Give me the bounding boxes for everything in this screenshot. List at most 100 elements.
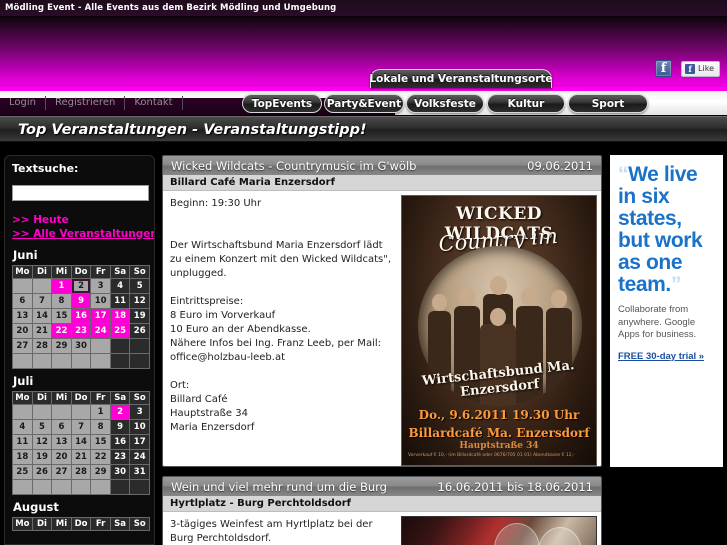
calendar-day-cell[interactable]: 24 bbox=[91, 323, 110, 338]
event-date: 09.06.2011 bbox=[527, 158, 593, 173]
calendar-day-cell[interactable]: 12 bbox=[130, 293, 149, 308]
calendar-day-cell[interactable]: 11 bbox=[110, 293, 130, 308]
calendar-day-cell[interactable]: 1 bbox=[91, 404, 110, 419]
calendar-day-cell[interactable]: 5 bbox=[130, 278, 149, 293]
calendar-day-cell[interactable]: 11 bbox=[13, 434, 32, 449]
calendar-day-cell[interactable]: 14 bbox=[32, 308, 52, 323]
calendar-day-cell[interactable]: 2 bbox=[110, 404, 130, 419]
social-buttons[interactable]: f f Like bbox=[655, 60, 720, 77]
calendar-day-cell[interactable]: 7 bbox=[71, 419, 91, 434]
calendar-weekday-header: Mo bbox=[13, 265, 32, 278]
calendar-day-cell[interactable]: 21 bbox=[32, 323, 52, 338]
calendar-day-cell[interactable]: 31 bbox=[130, 464, 149, 479]
calendar-day-cell[interactable]: 1 bbox=[52, 278, 71, 293]
event-image-wrap[interactable] bbox=[401, 512, 601, 545]
ad-quote-text: We live in six states, but work as one t… bbox=[618, 163, 703, 296]
facebook-like-button[interactable]: f Like bbox=[681, 60, 720, 77]
calendar-day-cell[interactable]: 26 bbox=[130, 323, 149, 338]
event-card[interactable]: Wein und viel mehr rund um die Burg 16.0… bbox=[162, 476, 602, 545]
search-input[interactable] bbox=[12, 184, 149, 201]
calendar-day-cell[interactable]: 28 bbox=[32, 338, 52, 353]
calendar-day-cell[interactable]: 16 bbox=[71, 308, 91, 323]
calendar-day-cell[interactable]: 13 bbox=[13, 308, 32, 323]
calendar-day-cell[interactable]: 7 bbox=[32, 293, 52, 308]
calendar-day-cell[interactable]: 10 bbox=[91, 293, 110, 308]
calendar-day-cell[interactable]: 8 bbox=[91, 419, 110, 434]
calendar-day-cell[interactable]: 6 bbox=[13, 293, 32, 308]
calendar-weekday-header: Di bbox=[32, 265, 52, 278]
facebook-like-label: Like bbox=[698, 63, 714, 73]
calendar-day-cell[interactable]: 2 bbox=[71, 278, 91, 293]
tab-topevents[interactable]: TopEvents bbox=[242, 94, 322, 113]
link-login[interactable]: Login bbox=[0, 96, 46, 110]
tab-sport[interactable]: Sport bbox=[568, 94, 648, 113]
tab-volksfeste[interactable]: Volksfeste bbox=[406, 94, 484, 113]
calendar-day-cell[interactable]: 23 bbox=[71, 323, 91, 338]
link-registrieren[interactable]: Registrieren bbox=[46, 96, 126, 110]
tab-lokale-veranstaltungsorte[interactable]: Lokale und Veranstaltungsorte bbox=[369, 69, 553, 88]
calendar-day-cell[interactable]: 6 bbox=[52, 419, 71, 434]
calendar-day-cell[interactable]: 28 bbox=[71, 464, 91, 479]
calendar-day-cell[interactable]: 3 bbox=[91, 278, 110, 293]
calendar-day-cell[interactable]: 30 bbox=[71, 338, 91, 353]
calendar-day-cell[interactable]: 21 bbox=[71, 449, 91, 464]
calendar-day-cell[interactable]: 4 bbox=[110, 278, 130, 293]
calendar-day-cell[interactable]: 9 bbox=[110, 419, 130, 434]
calendar-day-cell[interactable]: 10 bbox=[130, 419, 149, 434]
link-alle-veranstaltungen[interactable]: >> Alle Veranstaltungen bbox=[12, 227, 154, 241]
calendar-day-cell[interactable]: 27 bbox=[52, 464, 71, 479]
poster-date-time: Do., 9.6.2011 19.30 Uhr bbox=[418, 408, 580, 422]
calendar-weekday-header: Fr bbox=[91, 265, 110, 278]
calendar-day-cell[interactable]: 18 bbox=[110, 308, 130, 323]
calendar-day-cell[interactable]: 26 bbox=[32, 464, 52, 479]
calendar-day-cell[interactable]: 18 bbox=[13, 449, 32, 464]
calendar-day-cell[interactable]: 3 bbox=[130, 404, 149, 419]
calendar-list: Juni Mo Di Mi Do Fr Sa So 1 2 3 4 5 6 7 8 9 10 11 12 13 14 15… bbox=[5, 243, 154, 531]
calendar-empty-cell bbox=[32, 353, 52, 368]
ad-cta-link[interactable]: FREE 30-day trial » bbox=[618, 351, 704, 362]
facebook-f-icon: f bbox=[685, 63, 696, 74]
calendar-day-cell[interactable]: 29 bbox=[52, 338, 71, 353]
calendar-day-cell[interactable]: 20 bbox=[13, 323, 32, 338]
event-poster-image[interactable]: WICKED WILDCATS Country im G'wölb bbox=[401, 195, 597, 466]
calendar-day-cell[interactable]: 16 bbox=[110, 434, 130, 449]
calendar-day-cell[interactable]: 19 bbox=[32, 449, 52, 464]
tab-party-event[interactable]: Party&Event bbox=[324, 94, 404, 113]
calendar-day-cell[interactable]: 4 bbox=[13, 419, 32, 434]
calendar-day-cell[interactable]: 8 bbox=[52, 293, 71, 308]
calendar-day-cell[interactable]: 12 bbox=[32, 434, 52, 449]
event-card[interactable]: Wicked Wildcats - Countrymusic im G'wölb… bbox=[162, 155, 602, 467]
calendar-day-cell[interactable]: 17 bbox=[130, 434, 149, 449]
calendar-empty-cell bbox=[71, 479, 91, 494]
calendar-day-cell[interactable]: 17 bbox=[91, 308, 110, 323]
facebook-icon[interactable]: f bbox=[655, 60, 673, 77]
calendar-day-cell[interactable]: 14 bbox=[71, 434, 91, 449]
google-apps-ad[interactable]: “We live in six states, but work as one … bbox=[610, 155, 723, 467]
event-wine-image[interactable] bbox=[401, 516, 597, 545]
calendar-weekday-header: Sa bbox=[110, 265, 130, 278]
calendar-day-cell[interactable]: 5 bbox=[32, 419, 52, 434]
calendar-day-cell[interactable]: 27 bbox=[13, 338, 32, 353]
calendar-day-cell[interactable]: 9 bbox=[71, 293, 91, 308]
link-kontakt[interactable]: Kontakt bbox=[125, 96, 183, 110]
link-heute[interactable]: >> Heute bbox=[12, 213, 147, 227]
calendar-day-cell[interactable]: 13 bbox=[52, 434, 71, 449]
calendar-empty-cell bbox=[32, 278, 52, 293]
heading-shadow bbox=[0, 142, 727, 153]
calendar-day-cell[interactable]: 15 bbox=[91, 434, 110, 449]
calendar-day-cell[interactable]: 15 bbox=[52, 308, 71, 323]
calendar-day-cell[interactable]: 30 bbox=[110, 464, 130, 479]
tab-kultur[interactable]: Kultur bbox=[487, 94, 565, 113]
calendar-day-cell[interactable]: 22 bbox=[91, 449, 110, 464]
calendar-day-cell[interactable]: 29 bbox=[91, 464, 110, 479]
calendar-day-cell[interactable]: 23 bbox=[110, 449, 130, 464]
calendar-day-cell[interactable]: 24 bbox=[130, 449, 149, 464]
event-image-wrap[interactable]: WICKED WILDCATS Country im G'wölb bbox=[401, 191, 601, 466]
calendar-day-cell[interactable]: 20 bbox=[52, 449, 71, 464]
calendar-day-cell[interactable]: 19 bbox=[130, 308, 149, 323]
calendar-day-cell[interactable]: 25 bbox=[110, 323, 130, 338]
poster-venue: Billardcafé Ma. Enzersdorf bbox=[408, 426, 590, 440]
site-banner: f f Like bbox=[0, 16, 727, 91]
calendar-day-cell[interactable]: 25 bbox=[13, 464, 32, 479]
calendar-day-cell[interactable]: 22 bbox=[52, 323, 71, 338]
